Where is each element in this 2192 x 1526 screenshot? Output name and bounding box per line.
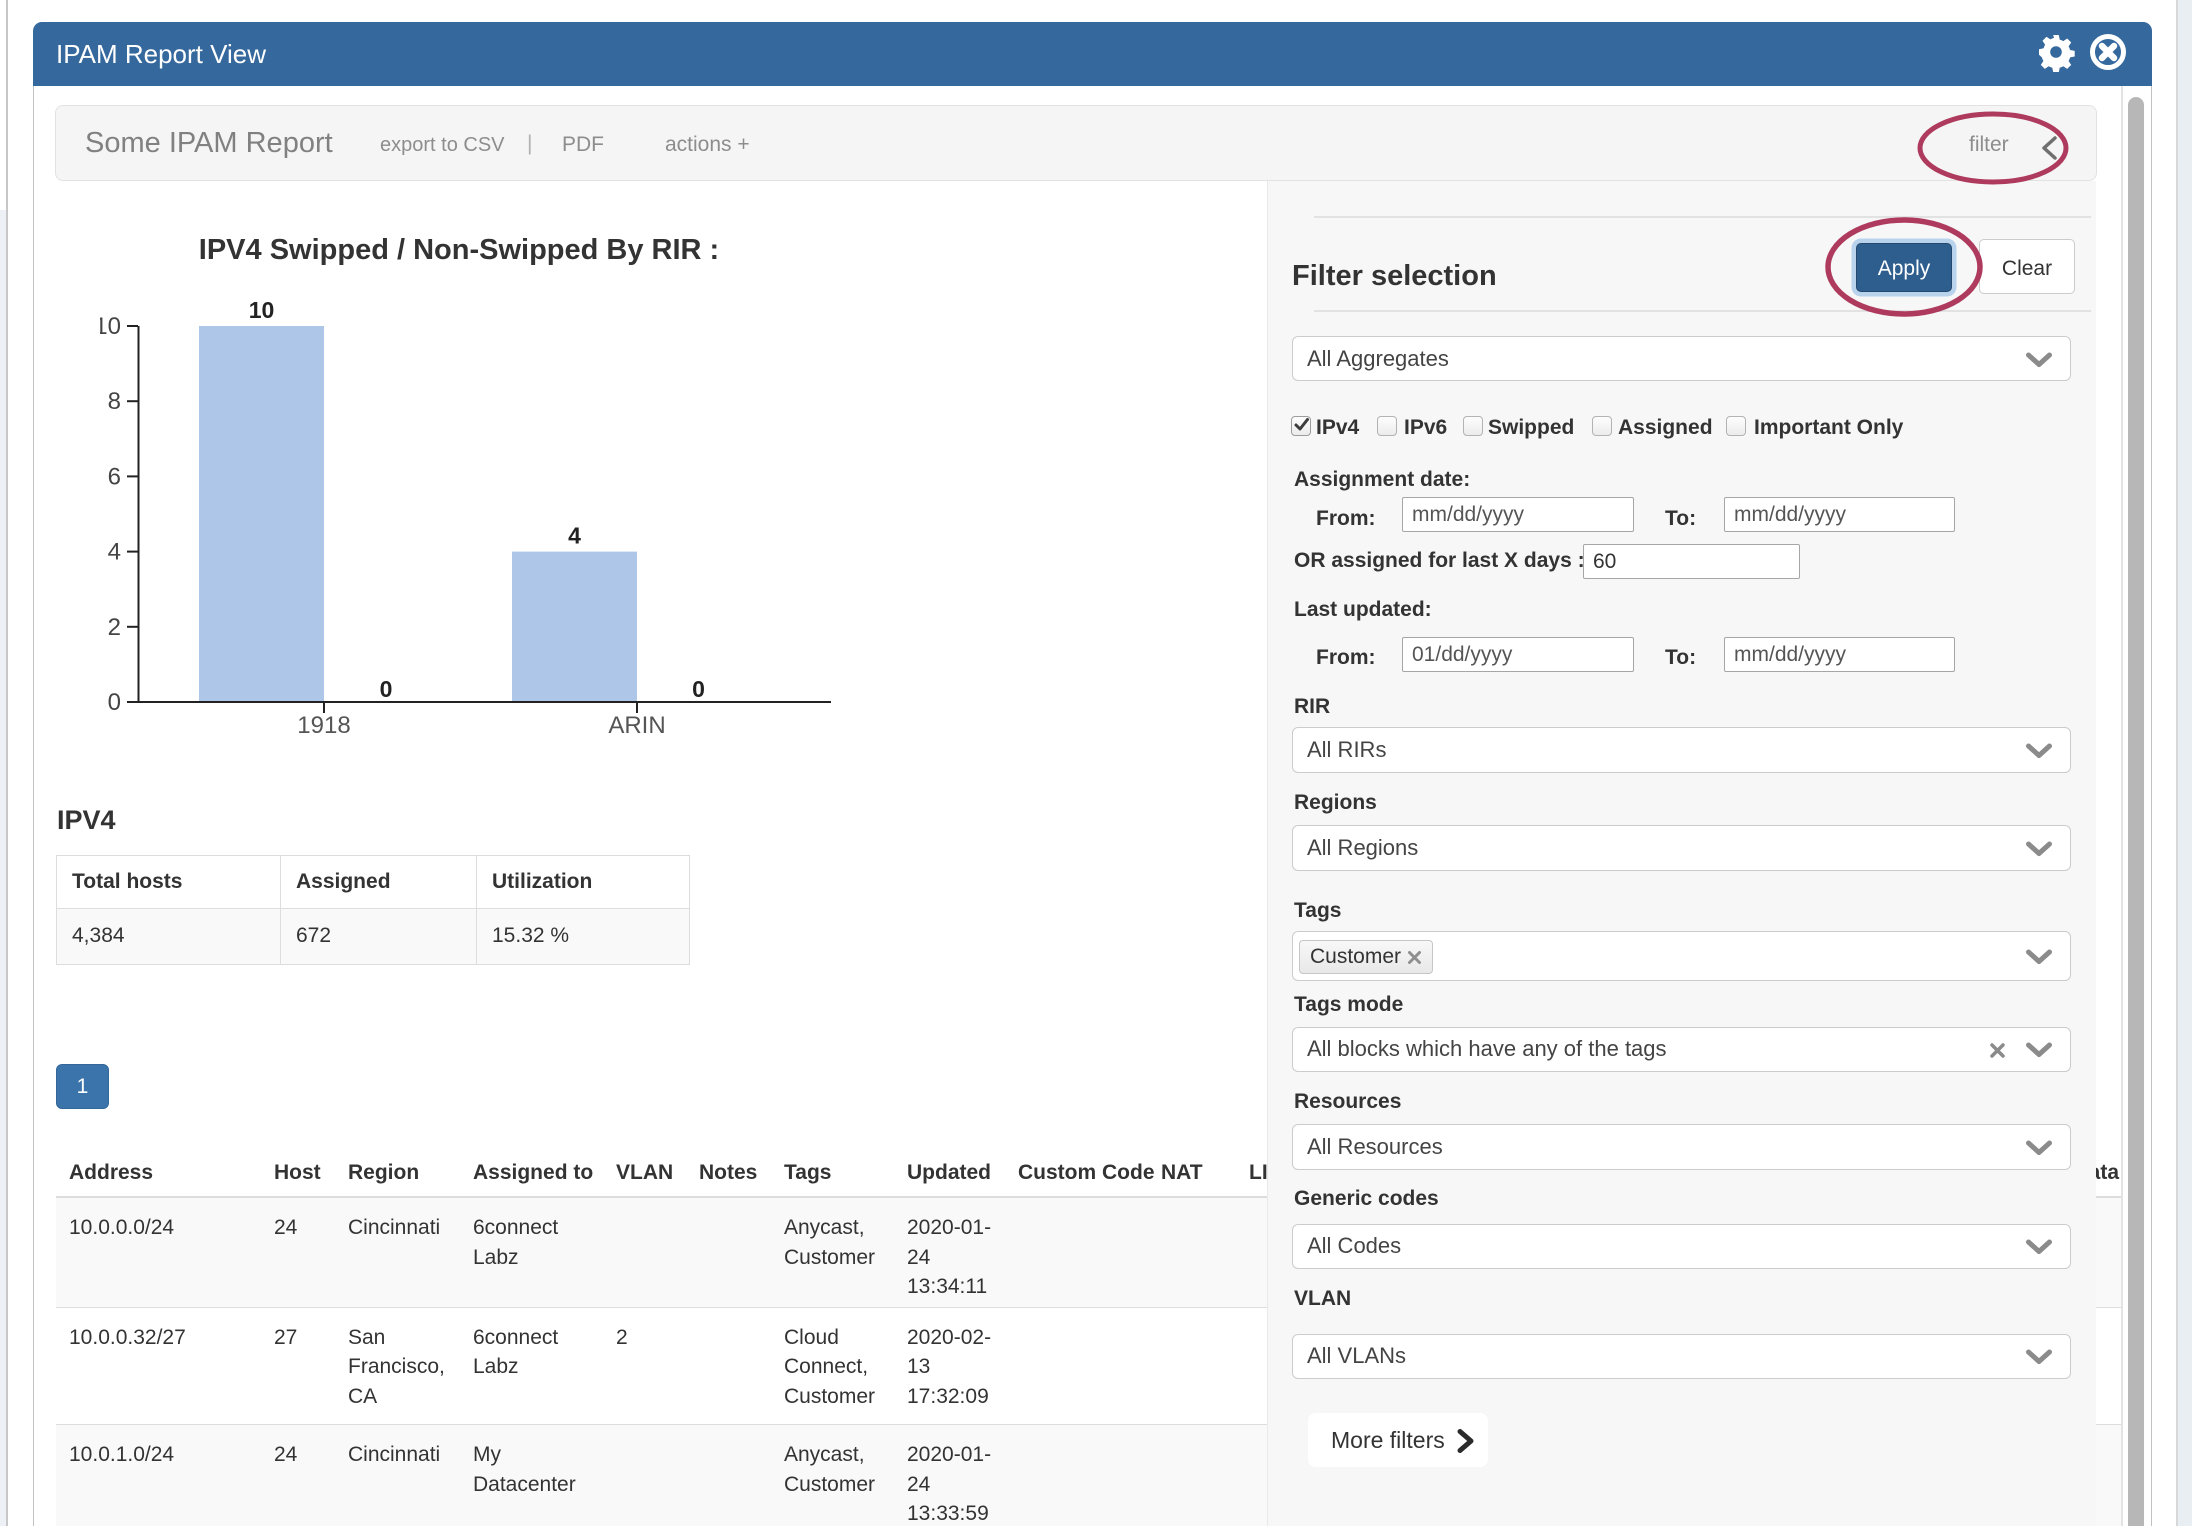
svg-text:2: 2 bbox=[108, 614, 121, 641]
svg-text:10: 10 bbox=[249, 297, 275, 323]
svg-text:6: 6 bbox=[108, 463, 121, 490]
svg-text:8: 8 bbox=[108, 388, 121, 415]
svg-text:0: 0 bbox=[108, 689, 121, 716]
svg-text:10: 10 bbox=[100, 313, 121, 340]
svg-text:1918: 1918 bbox=[297, 712, 350, 739]
svg-text:0: 0 bbox=[692, 676, 705, 702]
svg-text:4: 4 bbox=[568, 523, 581, 549]
svg-text:ARIN: ARIN bbox=[608, 712, 665, 739]
svg-text:4: 4 bbox=[108, 539, 121, 566]
svg-text:0: 0 bbox=[380, 676, 393, 702]
